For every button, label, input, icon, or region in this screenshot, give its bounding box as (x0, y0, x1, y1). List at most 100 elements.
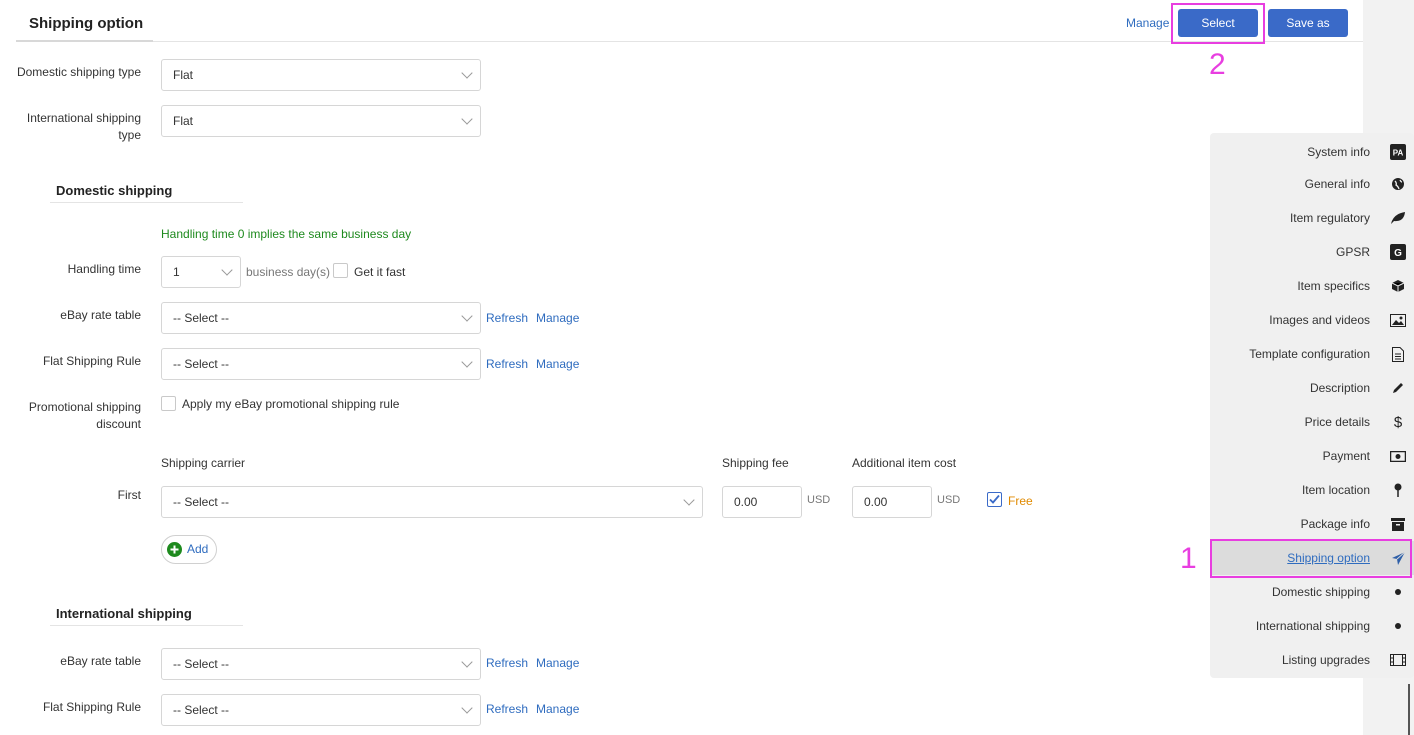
domestic-rate-refresh-link[interactable]: Refresh (486, 311, 528, 325)
svg-text:PA: PA (1393, 149, 1404, 158)
leaf-icon (1390, 210, 1406, 226)
shipping-carrier-select[interactable]: -- Select -- (161, 486, 703, 518)
page-title: Shipping option (29, 15, 144, 32)
domestic-type-label: Domestic shipping type (16, 65, 141, 79)
domestic-type-value: Flat (173, 68, 194, 82)
promo-label-line2: discount (96, 417, 141, 431)
shipping-fee-input[interactable]: 0.00 (722, 486, 802, 518)
intl-rate-table-label: eBay rate table (60, 654, 141, 668)
header-manage-link[interactable]: Manage (1126, 16, 1169, 30)
nav-item-item-regulatory[interactable]: Item regulatory (1210, 201, 1414, 235)
international-type-label: International shipping type (10, 110, 141, 144)
get-it-fast-checkbox[interactable] (333, 263, 348, 278)
film-icon (1390, 652, 1406, 668)
nav-item-gpsr[interactable]: GPSR G (1210, 235, 1414, 269)
nav-item-package-info[interactable]: Package info (1210, 507, 1414, 541)
nav-label: International shipping (1255, 619, 1370, 633)
domestic-rate-table-select[interactable]: -- Select -- (161, 302, 481, 334)
nav-label: Images and videos (1269, 313, 1370, 327)
nav-item-general-info[interactable]: General info (1210, 167, 1414, 201)
additional-cost-currency: USD (937, 494, 961, 506)
domestic-flat-manage-link[interactable]: Manage (536, 357, 579, 371)
archive-icon (1390, 516, 1406, 532)
international-type-select[interactable]: Flat (161, 105, 481, 137)
cube-icon (1390, 278, 1406, 294)
intl-flat-rule-select[interactable]: -- Select -- (161, 694, 481, 726)
get-it-fast-label: Get it fast (354, 265, 406, 279)
domestic-rate-manage-link[interactable]: Manage (536, 311, 579, 325)
dollar-icon: $ (1393, 413, 1403, 431)
domestic-section-underline (50, 202, 243, 203)
chevron-down-icon (221, 264, 233, 276)
domestic-type-select[interactable]: Flat (161, 59, 481, 91)
chevron-down-icon (683, 494, 695, 506)
chevron-down-icon (461, 356, 473, 368)
international-section-underline (50, 625, 243, 626)
save-as-button[interactable]: Save as (1268, 9, 1348, 37)
shipping-option-highlight-box (1210, 539, 1412, 578)
handling-time-select[interactable]: 1 (161, 256, 241, 288)
nav-label: Description (1309, 381, 1370, 395)
intl-flat-rule-value: -- Select -- (173, 703, 230, 717)
check-icon (989, 494, 1000, 504)
pencil-icon (1390, 380, 1406, 396)
chevron-down-icon (461, 656, 473, 668)
main-panel: Shipping option Manage Select Save as 2 … (0, 0, 1363, 735)
intl-rate-manage-link[interactable]: Manage (536, 656, 579, 670)
intl-flat-manage-link[interactable]: Manage (536, 702, 579, 716)
domestic-rate-table-label: eBay rate table (60, 308, 141, 322)
promo-discount-checkbox[interactable] (161, 396, 176, 411)
intl-flat-rule-label: Flat Shipping Rule (42, 700, 141, 714)
nav-item-payment[interactable]: Payment (1210, 439, 1414, 473)
nav-label: Payment (1322, 449, 1370, 463)
additional-cost-input[interactable]: 0.00 (852, 486, 932, 518)
shipping-carrier-value: -- Select -- (173, 495, 230, 509)
first-row-label: First (117, 488, 141, 502)
nav-item-images-videos[interactable]: Images and videos (1210, 303, 1414, 337)
intl-rate-table-select[interactable]: -- Select -- (161, 648, 481, 680)
globe-icon (1390, 176, 1406, 192)
domestic-flat-rule-select[interactable]: -- Select -- (161, 348, 481, 380)
chevron-down-icon (461, 67, 473, 79)
section-nav: System info PA General info Item regulat… (1210, 133, 1414, 678)
pin-icon (1390, 482, 1406, 498)
intl-flat-refresh-link[interactable]: Refresh (486, 702, 528, 716)
nav-item-domestic-shipping[interactable]: Domestic shipping (1210, 575, 1414, 609)
nav-item-description[interactable]: Description (1210, 371, 1414, 405)
domestic-flat-rule-value: -- Select -- (173, 357, 230, 371)
add-button[interactable]: Add (161, 535, 217, 564)
nav-label: System info (1307, 145, 1370, 159)
promo-discount-text: Apply my eBay promotional shipping rule (182, 397, 400, 411)
nav-item-item-location[interactable]: Item location (1210, 473, 1414, 507)
nav-item-international-shipping[interactable]: International shipping (1210, 609, 1414, 643)
nav-item-listing-upgrades[interactable]: Listing upgrades (1210, 643, 1414, 677)
nav-item-system-info[interactable]: System info PA (1210, 135, 1414, 169)
nav-label: Listing upgrades (1281, 653, 1370, 667)
handling-time-label: Handling time (67, 262, 141, 276)
promo-label-line1: Promotional shipping (28, 400, 141, 414)
handling-time-value: 1 (173, 265, 180, 279)
intl-rate-refresh-link[interactable]: Refresh (486, 656, 528, 670)
dot-icon (1390, 618, 1406, 634)
svg-text:G: G (1394, 248, 1402, 259)
intl-rate-table-value: -- Select -- (173, 657, 230, 671)
add-label: Add (187, 542, 209, 556)
select-highlight-box (1171, 3, 1265, 44)
chevron-down-icon (461, 310, 473, 322)
document-icon (1390, 346, 1406, 362)
dot-icon (1390, 584, 1406, 600)
col-shipping-fee: Shipping fee (722, 456, 789, 470)
chevron-down-icon (461, 702, 473, 714)
nav-item-template-config[interactable]: Template configuration (1210, 337, 1414, 371)
business-days-text: business day(s) (246, 265, 331, 279)
handling-hint: Handling time 0 implies the same busines… (161, 227, 412, 241)
free-checkbox[interactable] (987, 492, 1002, 507)
nav-item-price-details[interactable]: Price details $ (1210, 405, 1414, 439)
money-icon (1390, 448, 1406, 464)
nav-label: Package info (1300, 517, 1370, 531)
scrollbar[interactable] (1408, 684, 1410, 735)
domestic-flat-refresh-link[interactable]: Refresh (486, 357, 528, 371)
nav-item-item-specifics[interactable]: Item specifics (1210, 269, 1414, 303)
g-badge-icon: G (1390, 244, 1406, 260)
international-type-label-line2: type (118, 128, 141, 142)
